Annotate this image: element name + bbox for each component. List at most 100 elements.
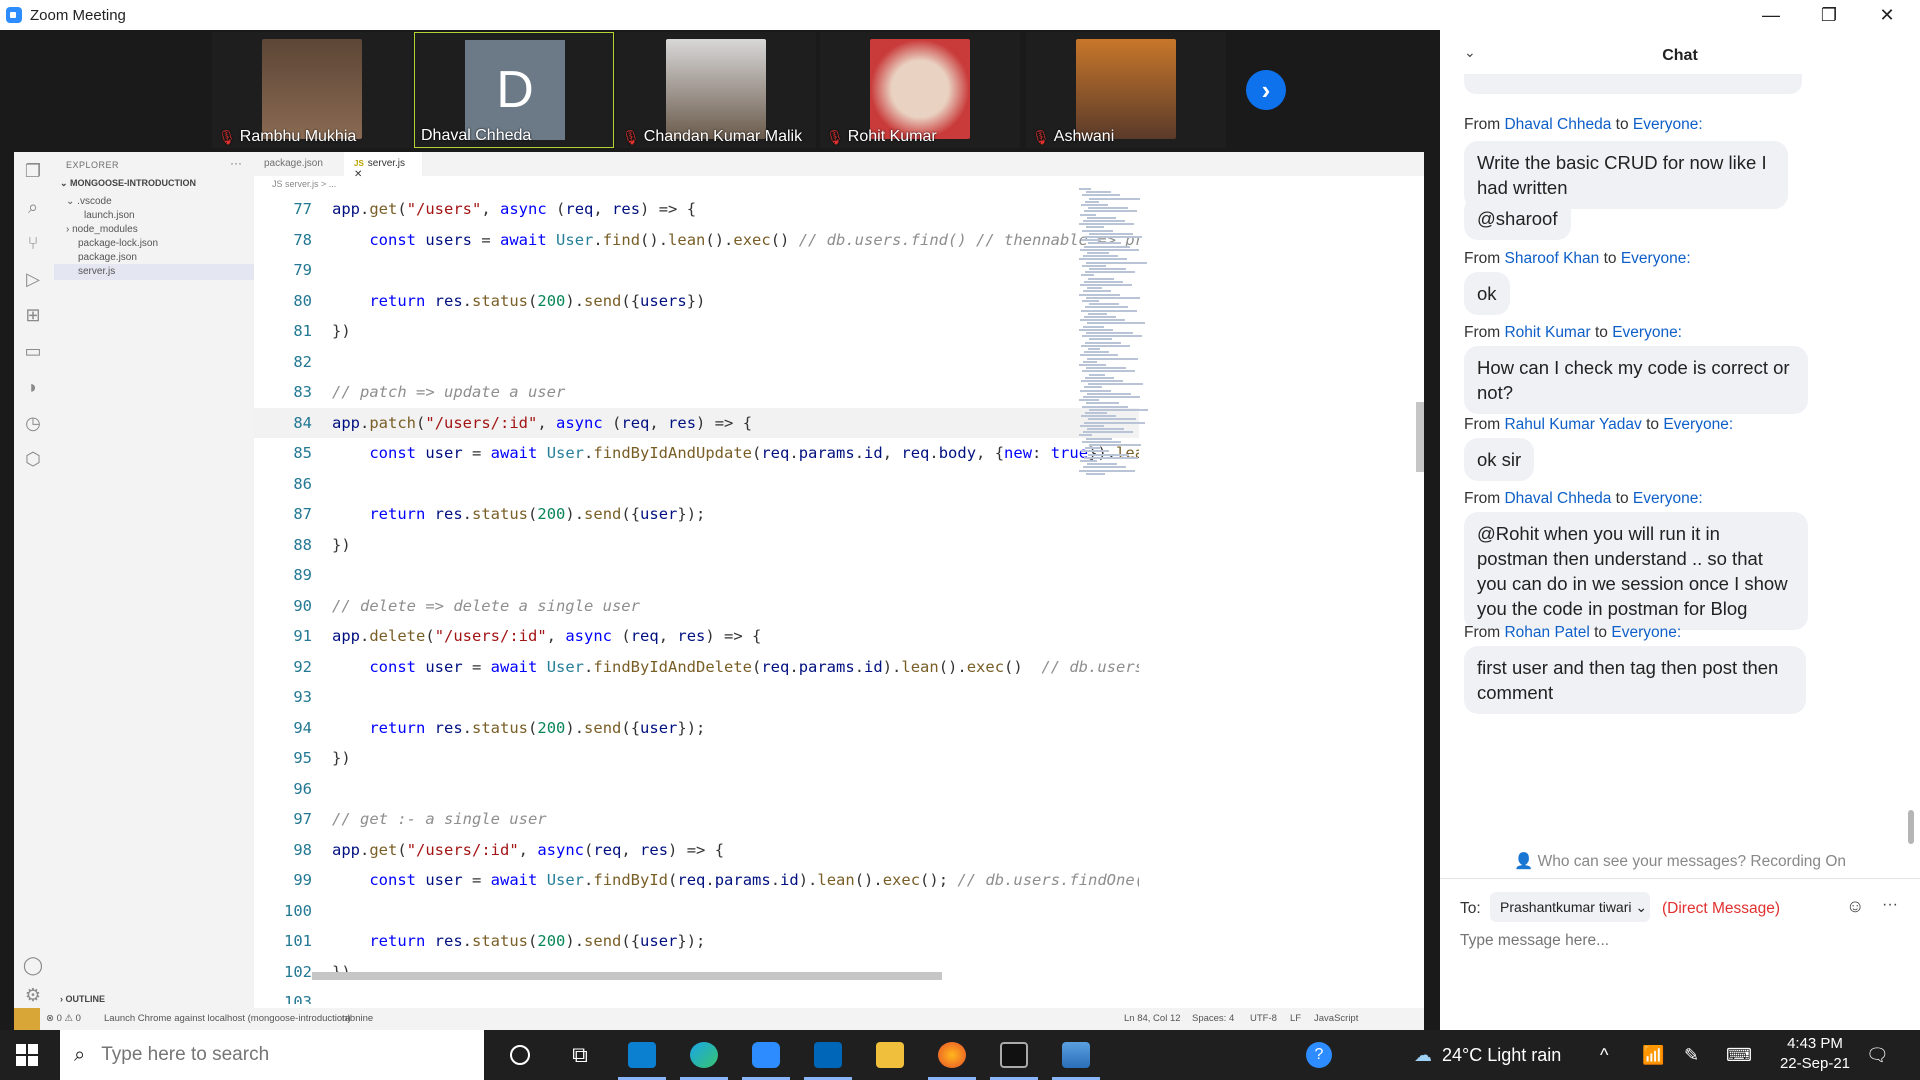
code-line[interactable]: 88}) [254,530,1139,560]
taskbar-search-input[interactable] [101,1044,442,1066]
code-line[interactable]: 86 [254,469,1139,499]
minimap-line [1085,271,1135,274]
code-line[interactable]: 99 const user = await User.findById(req.… [254,865,1139,895]
code-text: const user = await User.findByIdAndUpdat… [369,444,1139,462]
minimap-line [1085,376,1114,379]
code-line[interactable]: 93 [254,682,1139,712]
to-word: to [1615,116,1629,133]
minimap-line [1081,204,1108,206]
minimap-line [1086,402,1119,405]
message-bubble[interactable]: ok sir [1464,438,1535,481]
sender-name[interactable]: Dhaval Chheda [1504,116,1611,133]
recipient-name[interactable]: Everyone: [1633,116,1703,133]
who-can-see-messages[interactable]: 👤 Who can see your messages? Recording O… [1440,852,1920,871]
participant-tile[interactable]: 🎙 Chandan Kumar Malik [616,32,816,148]
participant-tile[interactable]: 🎙 Rambhu Mukhia [212,32,412,148]
sender-name[interactable]: Rahul Kumar Yadav [1504,416,1641,433]
code-text: app.patch("/users/:id", async (req, res)… [332,413,753,432]
code-line[interactable]: 100 [254,896,1139,926]
code-line[interactable]: 87 return res.status(200).send({user}); [254,499,1139,529]
code-line[interactable]: 78 const users = await User.find().lean(… [254,225,1139,255]
code-line[interactable]: 98 app.get("/users/:id", async(req, res) … [254,835,1139,865]
code-line[interactable]: 84 app.patch("/users/:id", async (req, re… [254,407,1139,438]
chat-scrollbar[interactable] [1908,810,1914,844]
notifications-icon[interactable]: 🗨 [1866,1030,1889,1080]
from-word: From [1464,250,1501,267]
taskbar-search[interactable]: ⌕ [60,1030,484,1080]
recipient-name[interactable]: Everyone: [1611,624,1681,641]
next-participants-arrow-icon[interactable]: › [1246,70,1286,110]
emoji-icon[interactable]: ☺ [1846,896,1864,917]
participant-tile[interactable]: 🎙 Rohit Kumar [820,32,1020,148]
recipient-name[interactable]: Everyone: [1621,250,1691,267]
maximize-button[interactable]: ❐ [1800,0,1858,30]
task-view-icon[interactable]: ⧉ [550,1030,610,1080]
chat-message-input[interactable] [1460,932,1900,950]
code-line[interactable]: 97 // get :- a single user [254,804,1139,834]
recipient-dropdown[interactable]: Prashantkumar tiwari ⌄ [1490,892,1650,922]
code-line[interactable]: 85 const user = await User.findByIdAndUp… [254,438,1139,468]
network-icon[interactable]: 📶 [1642,1030,1664,1080]
code-line[interactable]: 101 return res.status(200).send({user}); [254,926,1139,956]
sender-name[interactable]: Sharoof Khan [1504,250,1599,267]
minimap-line [1088,312,1107,315]
file-explorer-icon[interactable] [860,1030,920,1080]
code-line[interactable]: 92 const user = await User.findByIdAndDe… [254,652,1139,682]
recipient-name[interactable]: Everyone: [1663,416,1733,433]
code-line[interactable]: 81}) [254,316,1139,346]
code-line[interactable]: 79 [254,255,1139,285]
sender-name[interactable]: Rohit Kumar [1504,324,1590,341]
minimap-line [1079,434,1092,437]
code-text: return res.status(200).send({users}) [369,291,706,310]
photos-icon[interactable] [1046,1030,1106,1080]
recipient-name[interactable]: Everyone: [1633,490,1703,507]
code-line[interactable]: 95}) [254,743,1139,773]
code-line[interactable]: 103 [254,987,1139,1004]
more-options-icon[interactable]: ··· [1882,896,1898,914]
code-line[interactable]: 90 // delete => delete a single user [254,591,1139,621]
line-number: 85 [293,444,312,462]
zoom-taskbar-icon[interactable] [736,1030,796,1080]
code-line[interactable]: 80 return res.status(200).send({users}) [254,286,1139,316]
weather-widget[interactable]: ☁ 24°C Light rain [1414,1030,1561,1080]
windows-start-icon[interactable] [16,1044,38,1066]
message-bubble[interactable]: @sharoof [1464,197,1571,240]
direct-message-label: (Direct Message) [1662,900,1780,917]
code-line[interactable]: 91 app.delete("/users/:id", async (req, r… [254,621,1139,651]
terminal-icon[interactable] [984,1030,1044,1080]
edge-taskbar-icon[interactable] [674,1030,734,1080]
code-line[interactable]: 96 [254,774,1139,804]
close-button[interactable]: ✕ [1858,0,1916,30]
minimap-line [1085,412,1107,414]
message-bubble[interactable]: @Rohit when you will run it in postman t… [1464,512,1808,630]
keyboard-icon[interactable]: ⌨ [1726,1030,1752,1080]
code-line[interactable]: 83 // patch => update a user [254,377,1139,407]
code-line[interactable]: 77 app.get("/users", async (req, res) => … [254,194,1139,224]
show-hidden-icons-chevron-icon[interactable]: ^ [1600,1030,1608,1080]
clock-date: 22-Sep-21 [1779,1055,1851,1072]
code-text: }) [332,535,351,554]
help-icon[interactable]: ? [1306,1030,1332,1080]
minimap-line [1079,188,1091,190]
participant-tile[interactable]: 🎙 Ashwani [1026,32,1226,148]
minimize-button[interactable]: — [1742,0,1800,30]
message-bubble[interactable]: ok [1464,272,1510,315]
firefox-icon[interactable] [922,1030,982,1080]
sender-name[interactable]: Dhaval Chheda [1504,490,1611,507]
code-line[interactable]: 94 return res.status(200).send({user}); [254,713,1139,743]
line-number: 90 [293,596,312,615]
sender-name[interactable]: Rohan Patel [1504,624,1589,641]
message-bubble[interactable]: first user and then tag then post then c… [1464,646,1806,714]
message-bubble[interactable]: How can I check my code is correct or no… [1464,346,1808,414]
participant-tile-active-speaker[interactable]: D Dhaval Chheda [414,32,614,148]
code-line[interactable]: 89 [254,560,1139,590]
pen-icon[interactable]: ✎ [1684,1030,1699,1080]
cortana-icon[interactable] [490,1030,550,1080]
vscode-taskbar-icon[interactable] [612,1030,672,1080]
system-clock[interactable]: 4:43 PM 22-Sep-21 [1770,1034,1860,1074]
minimap-line [1082,335,1142,338]
recipient-name[interactable]: Everyone: [1612,324,1682,341]
minimap-line [1080,319,1125,322]
vscode-alt-taskbar-icon[interactable] [798,1030,858,1080]
code-line[interactable]: 82 [254,347,1139,377]
